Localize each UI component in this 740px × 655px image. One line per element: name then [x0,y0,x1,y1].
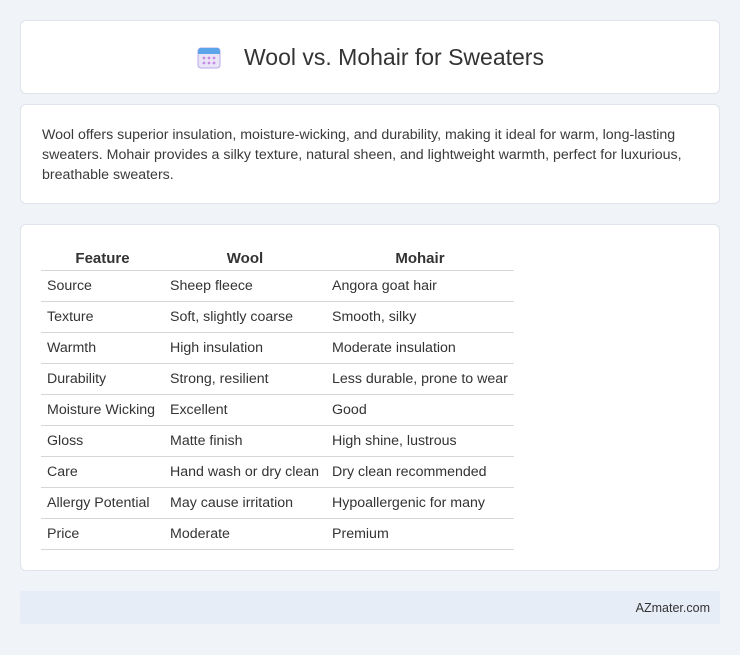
feature-cell: Care [41,456,164,488]
footer-site-label: AZmater.com [635,600,710,615]
table-row: Moisture Wicking Excellent Good [41,394,514,426]
table-row: Gloss Matte finish High shine, lustrous [41,425,514,457]
wool-cell: High insulation [164,332,326,364]
wool-cell: Sheep fleece [164,270,326,302]
feature-cell: Source [41,270,164,302]
mohair-cell: Good [326,394,514,426]
table-row: Warmth High insulation Moderate insulation [41,332,514,364]
feature-cell: Moisture Wicking [41,394,164,426]
page-title: Wool vs. Mohair for Sweaters [244,43,544,70]
mohair-cell: Smooth, silky [326,301,514,333]
wool-cell: Strong, resilient [164,363,326,395]
table-row: Texture Soft, slightly coarse Smooth, silk… [41,301,514,333]
feature-cell: Texture [41,301,164,333]
column-header-wool: Wool [164,247,326,271]
wool-cell: Moderate [164,518,326,550]
table-row: Source Sheep fleece Angora goat hair [41,270,514,302]
comparison-table: Feature Wool Mohair Source Sheep fleece An… [41,247,514,550]
wool-cell: Matte finish [164,425,326,457]
mohair-cell: Less durable, prone to wear [326,363,514,395]
calendar-icon [196,44,222,70]
column-header-feature: Feature [41,247,164,271]
table-row: Allergy Potential May cause irritation Hyp… [41,487,514,519]
footer: AZmater.com [20,591,720,624]
mohair-cell: Hypoallergenic for many [326,487,514,519]
feature-cell: Allergy Potential [41,487,164,519]
table-row: Care Hand wash or dry clean Dry clean reco… [41,456,514,488]
feature-cell: Durability [41,363,164,395]
feature-cell: Gloss [41,425,164,457]
summary-text: Wool offers superior insulation, moistur… [42,127,682,183]
mohair-cell: Premium [326,518,514,550]
wool-cell: Hand wash or dry clean [164,456,326,488]
table-row: Durability Strong, resilient Less durable,… [41,363,514,395]
feature-cell: Price [41,518,164,550]
mohair-cell: Moderate insulation [326,332,514,364]
column-header-mohair: Mohair [326,247,514,271]
table-header-row: Feature Wool Mohair [41,247,514,271]
table-card: Feature Wool Mohair Source Sheep fleece An… [20,224,720,571]
mohair-cell: Angora goat hair [326,270,514,302]
summary-card: Wool offers superior insulation, moistur… [20,104,720,204]
title-card: Wool vs. Mohair for Sweaters [20,20,720,94]
table-row: Price Moderate Premium [41,518,514,550]
wool-cell: Soft, slightly coarse [164,301,326,333]
wool-cell: Excellent [164,394,326,426]
mohair-cell: Dry clean recommended [326,456,514,488]
mohair-cell: High shine, lustrous [326,425,514,457]
wool-cell: May cause irritation [164,487,326,519]
feature-cell: Warmth [41,332,164,364]
